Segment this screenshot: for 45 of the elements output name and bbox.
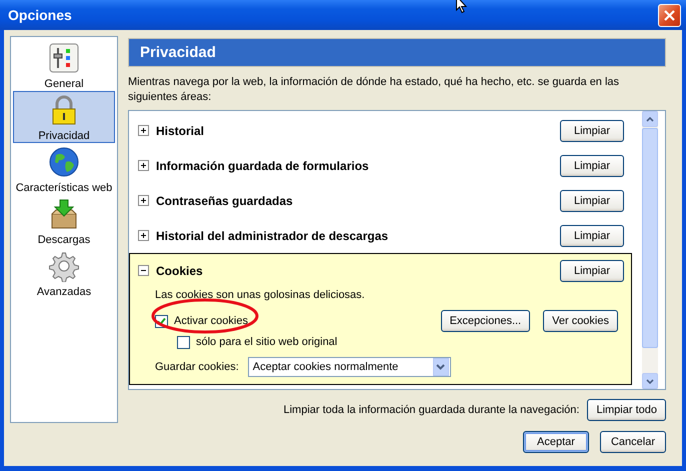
scroll-up-icon bbox=[646, 116, 654, 122]
dropdown[interactable]: Aceptar cookies normalmente bbox=[248, 357, 451, 377]
section-title: Contraseñas guardadas bbox=[156, 194, 294, 208]
dialog-button[interactable]: Ver cookies bbox=[543, 310, 618, 332]
clear-button[interactable]: Limpiar bbox=[560, 224, 624, 246]
section-title: Cookies bbox=[156, 264, 204, 278]
sidebar-item[interactable]: Avanzadas bbox=[13, 247, 115, 299]
section-description: Las cookies son unas golosinas deliciosas. bbox=[155, 289, 366, 301]
section-title: Historial del administrador de descargas bbox=[156, 228, 390, 242]
scrollbar[interactable] bbox=[642, 111, 658, 389]
chevron-down-icon bbox=[436, 364, 446, 370]
expand-icon[interactable] bbox=[138, 195, 149, 206]
sidebar-item[interactable]: General bbox=[13, 39, 115, 91]
checkbox-option[interactable]: sólo para el sitio web original bbox=[177, 336, 338, 348]
clear-all-label: Limpiar toda la información guardada durante la navegación: bbox=[283, 404, 580, 416]
clear-button[interactable]: Limpiar bbox=[560, 120, 624, 142]
window-title: Opciones bbox=[8, 7, 72, 23]
gear-icon bbox=[48, 250, 80, 282]
clear-all-button[interactable]: Limpiar todo bbox=[587, 399, 666, 421]
sidebar-item[interactable]: Características web bbox=[13, 143, 115, 195]
cursor-icon bbox=[456, 0, 468, 14]
close-button[interactable] bbox=[658, 4, 681, 26]
expand-icon[interactable] bbox=[138, 160, 149, 171]
panel-description: Mientras navega por la web, la información de dónde ha estado, qué ha hecho, etc. se guarda en las siguientes áreas: bbox=[128, 75, 620, 105]
clear-button[interactable]: Limpiar bbox=[560, 260, 624, 282]
sliders-icon bbox=[48, 42, 80, 74]
collapse-icon[interactable] bbox=[138, 265, 149, 276]
clear-button[interactable]: Limpiar bbox=[560, 154, 624, 176]
expand-icon[interactable] bbox=[138, 125, 149, 136]
sidebar-item[interactable]: Privacidad bbox=[13, 91, 115, 143]
check-icon bbox=[157, 316, 166, 326]
panel-header: Privacidad bbox=[128, 38, 666, 67]
dialog-button[interactable]: Aceptar bbox=[523, 431, 589, 453]
expand-icon[interactable] bbox=[138, 230, 149, 241]
checkbox-option[interactable]: Activar cookies bbox=[155, 314, 248, 328]
field-label: Guardar cookies: bbox=[155, 361, 239, 373]
clear-button[interactable]: Limpiar bbox=[560, 190, 624, 212]
scroll-down-icon bbox=[646, 378, 654, 384]
globe-icon bbox=[48, 146, 80, 178]
section-title: Historial bbox=[156, 124, 206, 138]
sidebar-item[interactable]: Descargas bbox=[13, 195, 115, 247]
dialog-button[interactable]: Excepciones... bbox=[440, 310, 530, 332]
section-title: Información guardada de formularios bbox=[156, 158, 370, 172]
close-icon bbox=[664, 10, 675, 20]
dialog-button[interactable]: Cancelar bbox=[600, 431, 666, 453]
